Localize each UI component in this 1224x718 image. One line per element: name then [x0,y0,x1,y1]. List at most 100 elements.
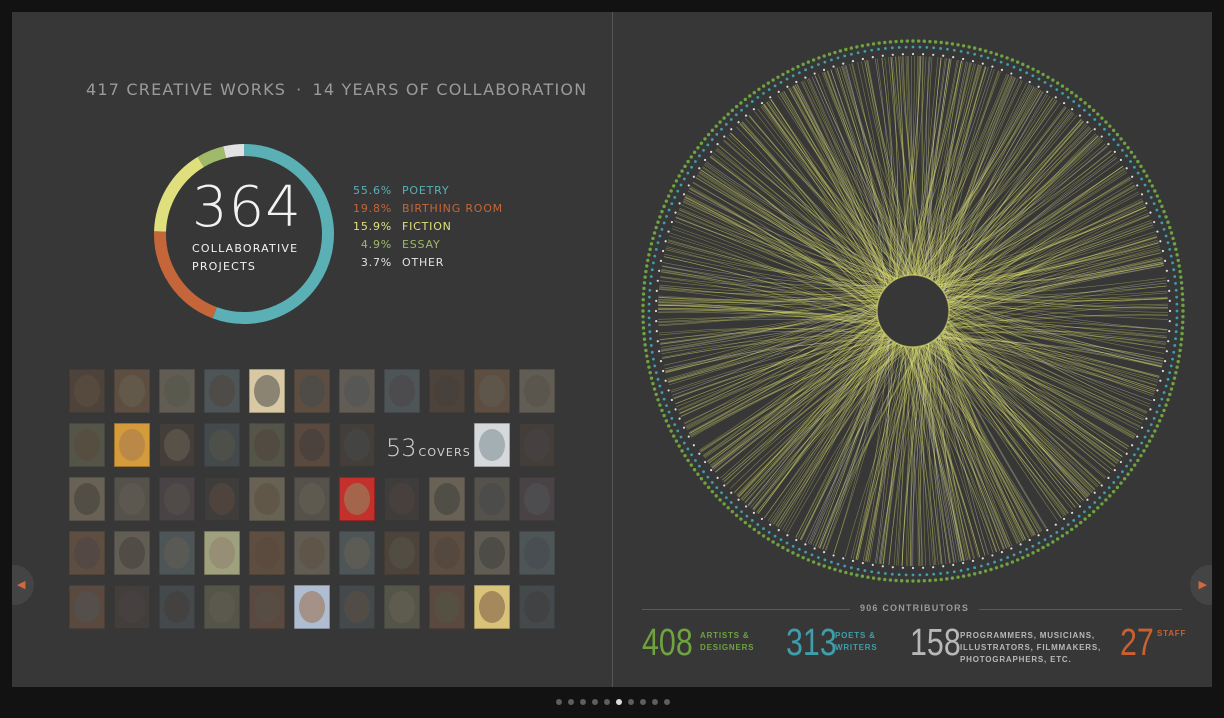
cover-thumbnail[interactable] [339,531,375,575]
cover-thumbnail[interactable] [249,423,285,467]
contributor-node [692,444,695,447]
cover-thumbnail[interactable] [429,585,465,629]
cover-thumbnail[interactable] [159,423,195,467]
page-dot[interactable] [664,699,670,705]
cover-thumbnail[interactable] [384,585,420,629]
cover-thumbnail[interactable] [204,369,240,413]
cover-thumbnail[interactable] [339,585,375,629]
contributor-node [680,169,684,173]
cover-thumbnail[interactable] [204,585,240,629]
contributor-node [698,154,701,158]
contributor-node [1000,68,1004,71]
contributor-node [1146,429,1150,433]
cover-thumbnail[interactable] [294,369,330,413]
page-dot[interactable] [640,699,646,705]
cover-thumbnail[interactable] [474,369,510,413]
contributor-node [863,569,867,572]
contributor-node [1181,320,1185,325]
contributor-node [921,53,925,56]
next-page-button[interactable]: ▶ [1190,565,1212,605]
cover-thumbnail[interactable] [159,369,195,413]
contributor-node [766,81,771,85]
contributor-node [646,258,650,263]
page-dot[interactable] [556,699,562,705]
cover-thumbnail[interactable] [384,369,420,413]
page-dot[interactable] [568,699,574,705]
cover-thumbnail[interactable] [69,423,105,467]
cover-thumbnail[interactable] [384,531,420,575]
page-dot[interactable] [628,699,634,705]
contributor-node [676,429,680,433]
cover-thumbnail[interactable] [249,531,285,575]
contributor-node [656,340,659,343]
cover-thumbnail[interactable] [474,477,510,521]
cover-thumbnail[interactable] [114,531,150,575]
cover-thumbnail[interactable] [339,477,375,521]
cover-thumbnail[interactable] [114,477,150,521]
cover-thumbnail[interactable] [429,369,465,413]
previous-page-button[interactable]: ◀ [12,565,34,605]
cover-thumbnail[interactable] [294,531,330,575]
contributor-node [739,101,743,105]
cover-thumbnail[interactable] [159,585,195,629]
contributor-node [689,155,693,159]
contributor-node [836,562,840,566]
contributor-node [827,566,832,570]
cover-thumbnail[interactable] [249,585,285,629]
cover-thumbnail[interactable] [69,531,105,575]
cover-thumbnail[interactable] [294,585,330,629]
contributor-node [989,567,993,572]
cover-thumbnail[interactable] [249,477,285,521]
cover-thumbnail[interactable] [339,423,375,467]
contributor-node [672,184,676,188]
cover-thumbnail[interactable] [519,369,555,413]
contributor-node [1133,453,1136,457]
contributor-node [871,576,876,580]
headline-years: 14 YEARS OF COLLABORATION [312,80,588,99]
cover-thumbnail[interactable] [69,477,105,521]
cover-thumbnail[interactable] [294,423,330,467]
cover-thumbnail[interactable] [474,531,510,575]
cover-thumbnail[interactable] [114,369,150,413]
cover-thumbnail[interactable] [519,531,555,575]
page-dot-active[interactable] [616,699,622,705]
contributor-node [664,240,667,243]
cover-thumbnail[interactable] [69,585,105,629]
contributor-node [991,554,994,557]
contributor-node [833,567,837,572]
cover-thumbnail[interactable] [519,585,555,629]
cover-thumbnail[interactable] [519,423,555,467]
cover-thumbnail[interactable] [114,585,150,629]
cover-thumbnail[interactable] [429,477,465,521]
cover-thumbnail[interactable] [429,531,465,575]
cover-thumbnail[interactable] [339,369,375,413]
contributor-node [667,410,671,414]
contributor-node [1072,100,1076,103]
cover-thumbnail[interactable] [294,477,330,521]
cover-art [479,429,505,461]
cover-thumbnail[interactable] [249,369,285,413]
contributor-node [710,481,714,484]
cover-thumbnail[interactable] [159,531,195,575]
cover-thumbnail[interactable] [519,477,555,521]
projects-count: 364 [192,175,302,240]
contributor-node [833,50,837,55]
page-dot[interactable] [652,699,658,705]
page-dot[interactable] [592,699,598,705]
page-dot[interactable] [604,699,610,705]
contributor-node [1167,279,1170,282]
cover-thumbnail[interactable] [204,423,240,467]
cover-thumbnail[interactable] [384,477,420,521]
cover-thumbnail[interactable] [474,423,510,467]
contributor-node [797,547,801,551]
cover-thumbnail[interactable] [474,585,510,629]
contributor-node [1019,543,1022,546]
page-dot[interactable] [580,699,586,705]
cover-thumbnail[interactable] [159,477,195,521]
contributor-node [658,269,661,272]
cover-thumbnail[interactable] [114,423,150,467]
cover-thumbnail[interactable] [69,369,105,413]
contributor-node [1173,275,1177,278]
cover-thumbnail[interactable] [204,477,240,521]
cover-thumbnail[interactable] [204,531,240,575]
